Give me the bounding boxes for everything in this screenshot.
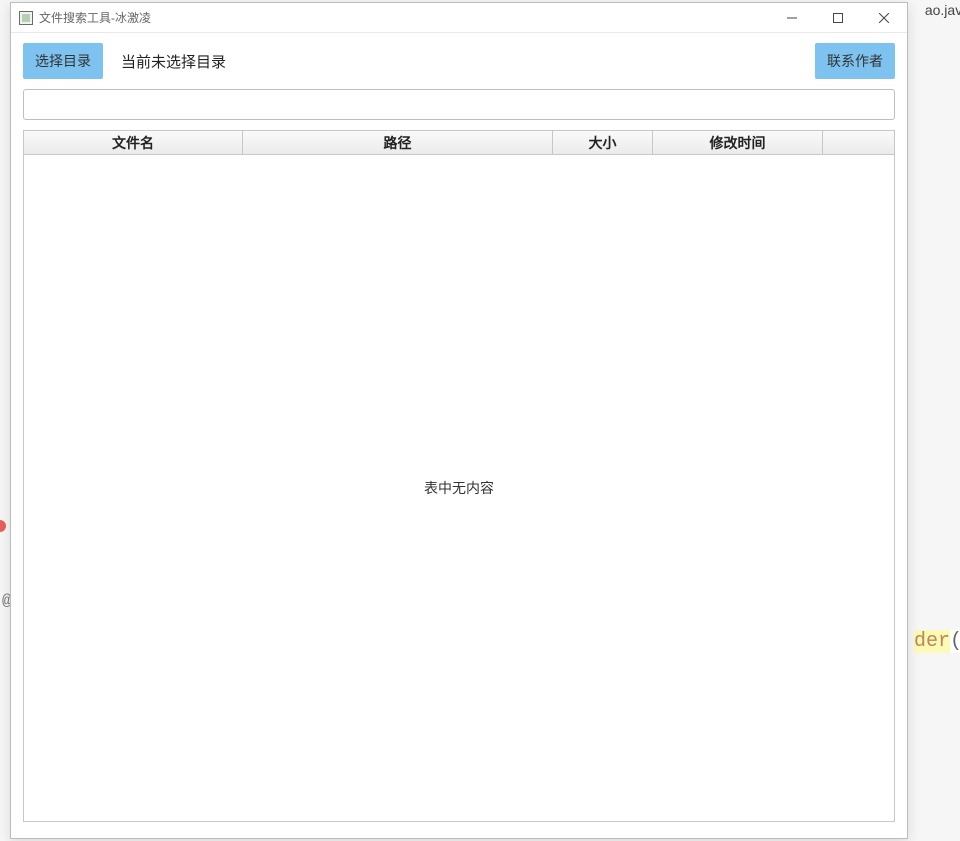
col-header-size[interactable]: 大小 [553,131,653,154]
maximize-button[interactable] [815,3,861,33]
col-header-extra[interactable] [823,131,894,154]
col-header-name[interactable]: 文件名 [24,131,243,154]
app-icon [19,11,33,25]
status-label: 当前未选择目录 [121,51,226,72]
table-header: 文件名 路径 大小 修改时间 [24,131,894,155]
table-body: 表中无内容 [24,155,894,821]
contact-author-button[interactable]: 联系作者 [815,43,895,79]
window-title: 文件搜索工具-冰激凌 [39,9,151,26]
search-row [11,89,907,130]
bg-breakpoint-dot [0,520,6,532]
bg-tab-label: ao.java [925,2,960,18]
col-header-path[interactable]: 路径 [243,131,553,154]
results-table: 文件名 路径 大小 修改时间 表中无内容 [23,130,895,822]
col-header-mtime[interactable]: 修改时间 [653,131,823,154]
maximize-icon [833,13,843,23]
close-button[interactable] [861,3,907,33]
minimize-icon [787,13,797,23]
bg-code-fragment: der( [914,630,960,653]
app-window: 文件搜索工具-冰激凌 选择目录 当前未选择目录 联系作者 文件名 路径 大小 修… [10,2,908,839]
close-icon [879,13,889,23]
empty-message: 表中无内容 [424,478,494,498]
toolbar: 选择目录 当前未选择目录 联系作者 [11,33,907,89]
search-input[interactable] [23,89,895,120]
choose-dir-button[interactable]: 选择目录 [23,43,103,79]
minimize-button[interactable] [769,3,815,33]
titlebar[interactable]: 文件搜索工具-冰激凌 [11,3,907,33]
